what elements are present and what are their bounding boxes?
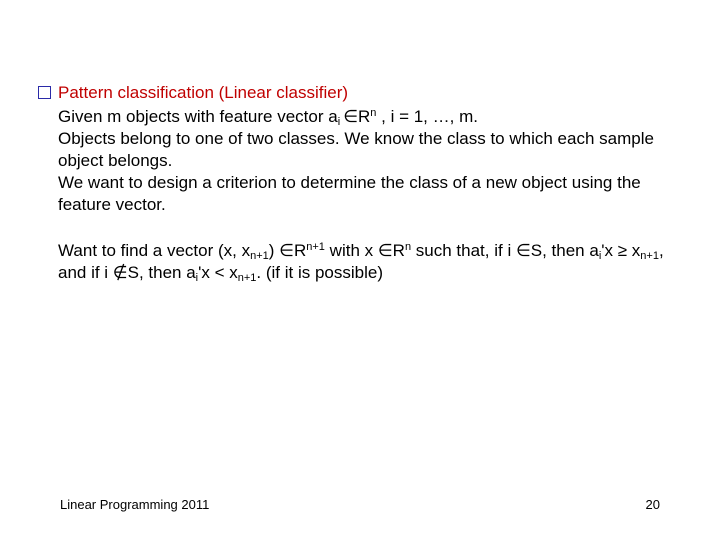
bullet-item: Pattern classification (Linear classifie… bbox=[38, 82, 682, 104]
text: ) ∈R bbox=[269, 241, 306, 260]
body-paragraph-2: Want to find a vector (x, xn+1) ∈Rn+1 wi… bbox=[58, 240, 682, 284]
text: Given m objects with feature vector a bbox=[58, 107, 338, 126]
slide: Pattern classification (Linear classifie… bbox=[0, 0, 720, 540]
text: such that, if i ∈S, then a bbox=[411, 241, 599, 260]
text: 'x ≥ x bbox=[601, 241, 640, 260]
content-block: Pattern classification (Linear classifie… bbox=[38, 82, 682, 284]
superscript: n bbox=[405, 241, 411, 253]
subscript: i bbox=[338, 116, 344, 128]
footer-course-label: Linear Programming 2011 bbox=[60, 497, 209, 512]
subscript: i bbox=[599, 250, 601, 262]
text: 'x < x bbox=[198, 263, 238, 282]
text: ∈R bbox=[343, 107, 370, 126]
subscript: n+1 bbox=[238, 272, 257, 284]
body-paragraph-1: Given m objects with feature vector ai ∈… bbox=[58, 106, 682, 216]
text: We want to design a criterion to determi… bbox=[58, 173, 641, 214]
text: . (if it is possible) bbox=[256, 263, 383, 282]
subscript: i bbox=[196, 272, 198, 284]
text: Want to find a vector (x, x bbox=[58, 241, 250, 260]
square-bullet-icon bbox=[38, 86, 51, 99]
subscript: n+1 bbox=[250, 250, 269, 262]
text: with x ∈R bbox=[325, 241, 405, 260]
superscript: n+1 bbox=[306, 241, 325, 253]
item-title: Pattern classification (Linear classifie… bbox=[58, 82, 348, 104]
footer-page-number: 20 bbox=[646, 497, 660, 512]
text: Objects belong to one of two classes. We… bbox=[58, 129, 654, 170]
superscript: n bbox=[370, 107, 376, 119]
text: , i = 1, …, m. bbox=[376, 107, 478, 126]
subscript: n+1 bbox=[640, 250, 659, 262]
